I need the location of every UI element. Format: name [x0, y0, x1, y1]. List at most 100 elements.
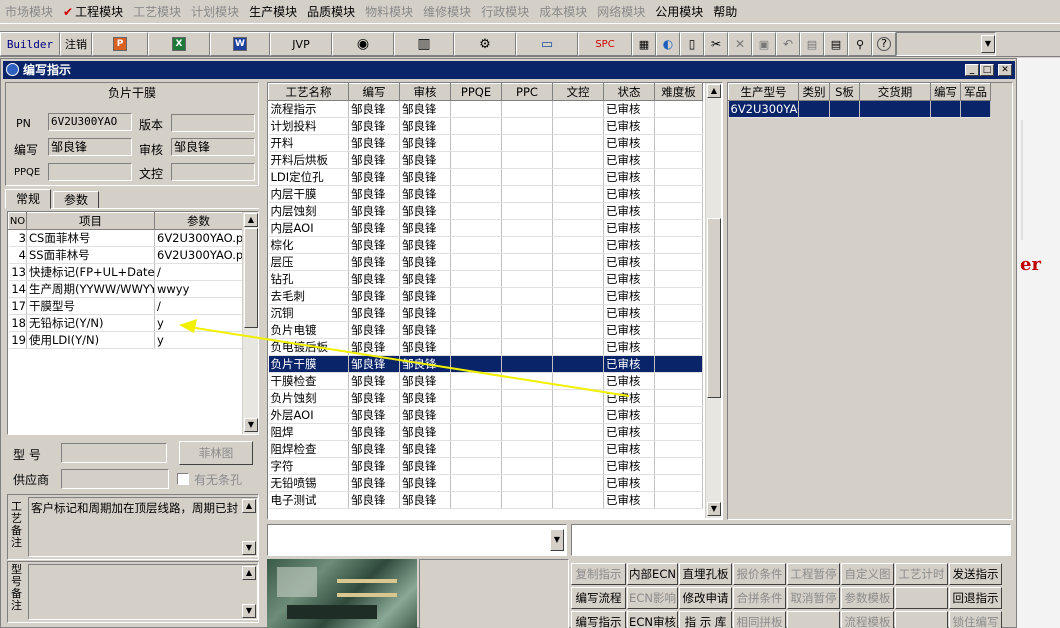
process-cell-status[interactable]: 已审核: [603, 168, 655, 186]
action-button-0-6[interactable]: 工艺计时: [895, 563, 948, 585]
process-cell-writer[interactable]: 邹良锋: [348, 270, 400, 288]
model-note-text[interactable]: [28, 564, 258, 620]
action-button-1-1[interactable]: ECN影响: [627, 587, 678, 609]
process-cell-name[interactable]: 负片电镀: [268, 321, 349, 339]
process-cell-doc[interactable]: [552, 355, 604, 373]
process-cell-writer[interactable]: 邹良锋: [348, 338, 400, 356]
process-cell-ppqe[interactable]: [450, 321, 502, 339]
model-row[interactable]: 6V2U300YAO: [728, 100, 991, 118]
calendar-icon[interactable]: ▦: [632, 32, 656, 56]
process-cell-reviewer[interactable]: 邹良锋: [399, 253, 451, 271]
process-header-status[interactable]: 状态: [603, 83, 655, 101]
process-cell-writer[interactable]: 邹良锋: [348, 219, 400, 237]
params-row[interactable]: 4 SS面菲林号 6V2U300YAO.plr: [8, 246, 243, 264]
process-cell-difficulty[interactable]: [654, 372, 703, 390]
process-cell-status[interactable]: 已审核: [603, 304, 655, 322]
action-button-2-2[interactable]: 指 示 库: [679, 611, 732, 628]
tab-general[interactable]: 常规: [5, 189, 51, 209]
filter-combo-left[interactable]: ▼: [267, 524, 567, 556]
eye-icon[interactable]: ◉: [332, 32, 394, 56]
menu-item-0[interactable]: 市场模块: [0, 0, 58, 23]
menu-item-7[interactable]: 维修模块: [418, 0, 476, 23]
params-cell-value[interactable]: /: [154, 263, 243, 281]
process-cell-reviewer[interactable]: 邹良锋: [399, 219, 451, 237]
process-header-doc[interactable]: 文控: [552, 83, 604, 101]
params-cell-no[interactable]: 19: [8, 331, 27, 349]
process-cell-name[interactable]: 开料后烘板: [268, 151, 349, 169]
process-cell-name[interactable]: 内层蚀刻: [268, 202, 349, 220]
action-button-1-7[interactable]: 回退指示: [949, 587, 1002, 609]
model-cell-writer[interactable]: [930, 100, 961, 118]
process-cell-doc[interactable]: [552, 491, 604, 509]
process-cell-ppc[interactable]: [501, 389, 553, 407]
process-cell-ppc[interactable]: [501, 321, 553, 339]
action-button-1-0[interactable]: 编写流程: [571, 587, 626, 609]
scroll-up-icon[interactable]: ▲: [242, 566, 256, 580]
process-cell-doc[interactable]: [552, 389, 604, 407]
process-cell-ppc[interactable]: [501, 355, 553, 373]
process-cell-doc[interactable]: [552, 457, 604, 475]
process-cell-difficulty[interactable]: [654, 389, 703, 407]
scroll-down-icon[interactable]: ▼: [242, 604, 256, 618]
params-row[interactable]: 19 使用LDI(Y/N) y: [8, 331, 243, 349]
spc-button[interactable]: SPC: [578, 32, 632, 56]
process-cell-doc[interactable]: [552, 406, 604, 424]
process-cell-difficulty[interactable]: [654, 134, 703, 152]
process-cell-ppc[interactable]: [501, 270, 553, 288]
scroll-down-icon[interactable]: ▼: [242, 541, 256, 555]
process-cell-name[interactable]: 钻孔: [268, 270, 349, 288]
process-cell-name[interactable]: 层压: [268, 253, 349, 271]
process-cell-name[interactable]: 外层AOI: [268, 406, 349, 424]
process-cell-writer[interactable]: 邹良锋: [348, 321, 400, 339]
process-row[interactable]: 干膜检查 邹良锋 邹良锋 已审核: [268, 372, 703, 390]
process-cell-ppc[interactable]: [501, 168, 553, 186]
process-cell-doc[interactable]: [552, 253, 604, 271]
model-cell-model[interactable]: 6V2U300YAO: [728, 100, 799, 118]
process-cell-reviewer[interactable]: 邹良锋: [399, 134, 451, 152]
action-button-0-4[interactable]: 工程暂停: [787, 563, 840, 585]
params-cell-no[interactable]: 18: [8, 314, 27, 332]
logout-button[interactable]: 注销: [60, 32, 92, 56]
help-icon[interactable]: ?: [872, 32, 896, 56]
menu-item-5[interactable]: 品质模块: [302, 0, 360, 23]
powerpoint-icon[interactable]: P: [92, 32, 148, 56]
process-cell-ppc[interactable]: [501, 491, 553, 509]
params-cell-item[interactable]: 快捷标记(FP+UL+DateC: [26, 263, 155, 281]
process-cell-ppqe[interactable]: [450, 236, 502, 254]
process-cell-writer[interactable]: 邹良锋: [348, 168, 400, 186]
process-cell-doc[interactable]: [552, 202, 604, 220]
params-row[interactable]: 3 CS面菲林号 6V2U300YAO.plr: [8, 229, 243, 247]
process-cell-name[interactable]: 沉铜: [268, 304, 349, 322]
model-header-military[interactable]: 军品: [960, 83, 991, 101]
action-button-1-2[interactable]: 修改申请: [679, 587, 732, 609]
chevron-down-icon[interactable]: ▼: [981, 35, 995, 53]
process-cell-ppc[interactable]: [501, 304, 553, 322]
writer-field[interactable]: 邹良锋: [48, 138, 132, 156]
process-cell-ppqe[interactable]: [450, 406, 502, 424]
process-row[interactable]: 负片干膜 邹良锋 邹良锋 已审核: [268, 355, 703, 373]
process-cell-ppc[interactable]: [501, 372, 553, 390]
process-cell-reviewer[interactable]: 邹良锋: [399, 270, 451, 288]
process-cell-reviewer[interactable]: 邹良锋: [399, 372, 451, 390]
process-cell-difficulty[interactable]: [654, 117, 703, 135]
process-cell-writer[interactable]: 邹良锋: [348, 287, 400, 305]
model-cell-delivery[interactable]: [859, 100, 931, 118]
process-cell-name[interactable]: 电子测试: [268, 491, 349, 509]
process-cell-difficulty[interactable]: [654, 100, 703, 118]
process-cell-reviewer[interactable]: 邹良锋: [399, 287, 451, 305]
action-button-0-2[interactable]: 直埋孔板: [679, 563, 732, 585]
menu-item-10[interactable]: 网络模块: [592, 0, 650, 23]
process-header-reviewer[interactable]: 审核: [399, 83, 451, 101]
process-cell-reviewer[interactable]: 邹良锋: [399, 304, 451, 322]
process-cell-difficulty[interactable]: [654, 304, 703, 322]
process-cell-reviewer[interactable]: 邹良锋: [399, 117, 451, 135]
action-button-2-0[interactable]: 编写指示: [571, 611, 626, 628]
process-cell-name[interactable]: 计划投料: [268, 117, 349, 135]
process-cell-name[interactable]: 字符: [268, 457, 349, 475]
process-cell-status[interactable]: 已审核: [603, 355, 655, 373]
params-cell-value[interactable]: 6V2U300YAO.plr: [154, 229, 243, 247]
process-cell-difficulty[interactable]: [654, 270, 703, 288]
process-cell-writer[interactable]: 邹良锋: [348, 134, 400, 152]
process-row[interactable]: 电子测试 邹良锋 邹良锋 已审核: [268, 491, 703, 509]
menu-item-8[interactable]: 行政模块: [476, 0, 534, 23]
